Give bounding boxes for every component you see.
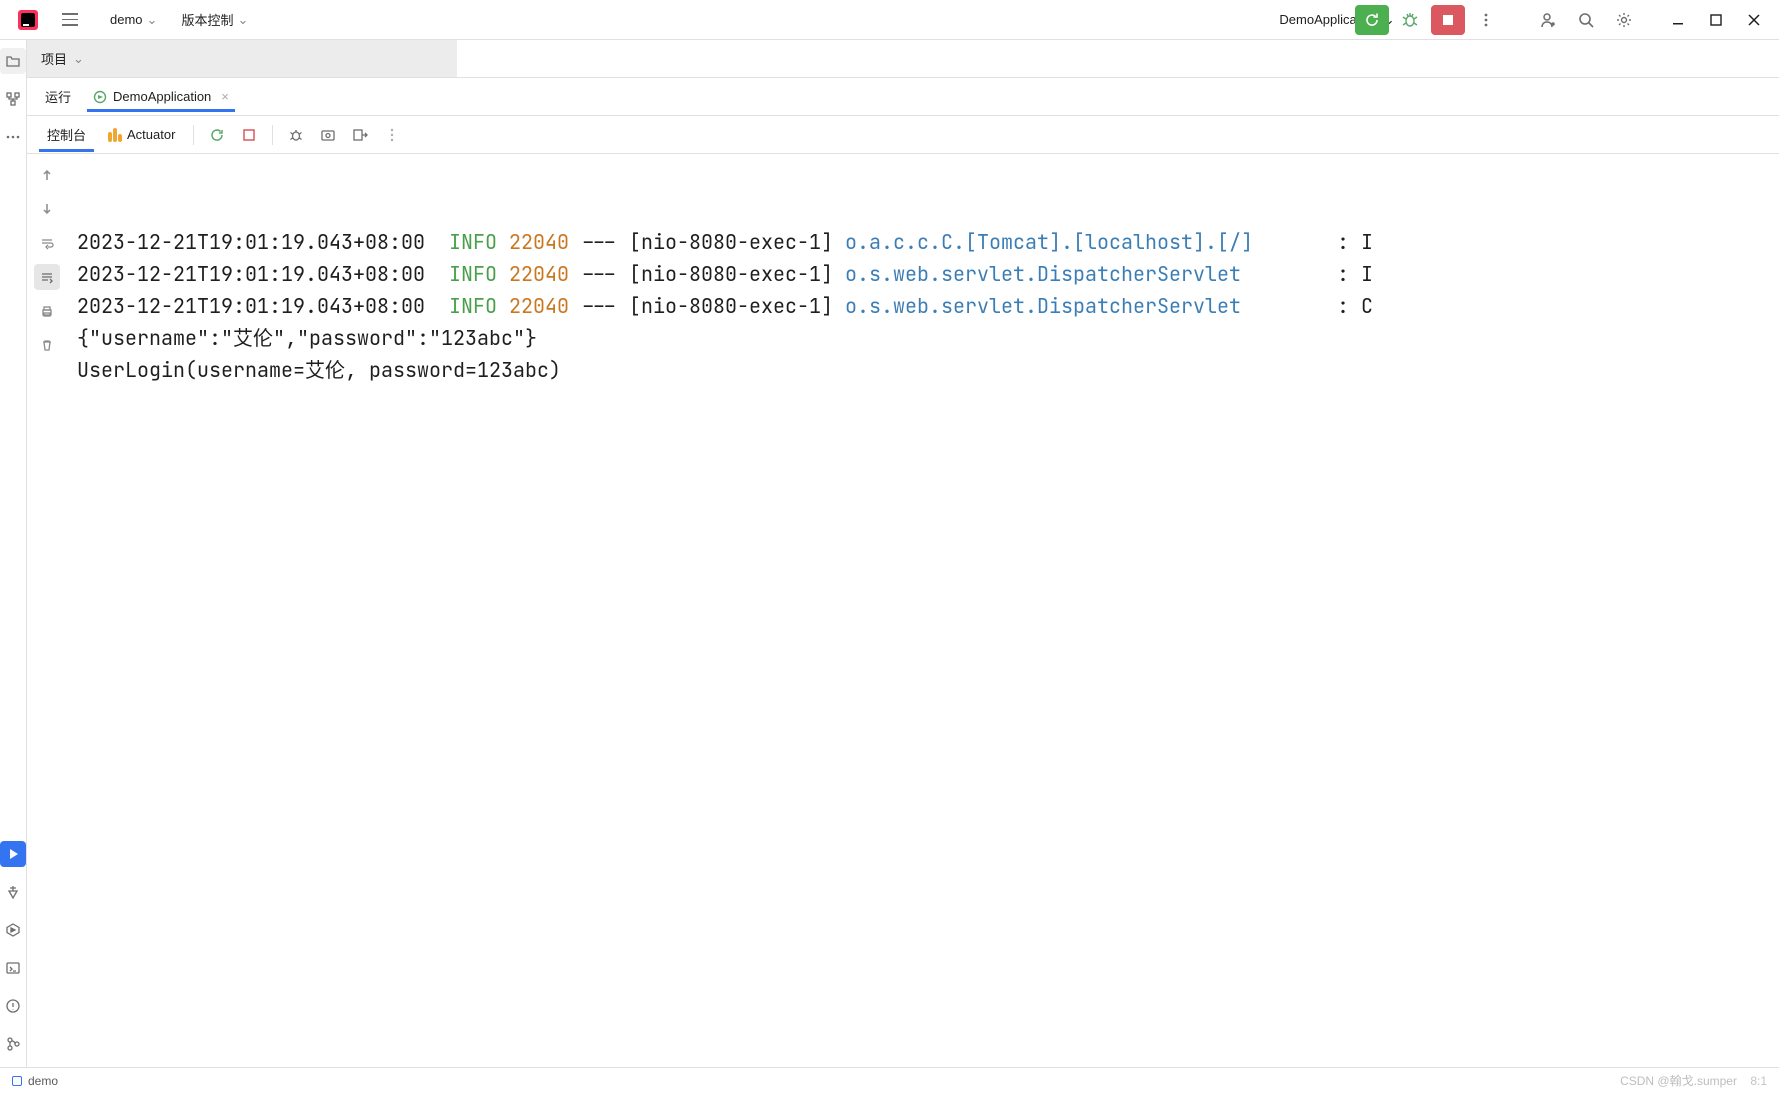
spring-boot-icon — [93, 90, 107, 104]
settings-icon[interactable] — [1607, 5, 1641, 35]
stop-button[interactable] — [1431, 5, 1465, 35]
more-actions-icon[interactable] — [1469, 5, 1503, 35]
module-icon — [12, 1076, 22, 1086]
console-tab[interactable]: 控制台 — [39, 117, 94, 152]
run-panel-title: 运行 — [39, 79, 77, 114]
project-menu-label: demo — [110, 12, 143, 27]
scroll-down-icon[interactable] — [34, 196, 60, 222]
scroll-to-end-icon[interactable] — [34, 264, 60, 290]
rerun-icon[interactable] — [204, 122, 230, 148]
menu-bar: demo ⌄ 版本控制 ⌄ DemoApplication ⌄ — [0, 0, 1779, 40]
menu-left-group: demo ⌄ 版本控制 ⌄ — [8, 6, 258, 33]
separator — [193, 125, 194, 145]
git-tool-icon[interactable] — [0, 1031, 26, 1057]
chevron-down-icon: ⌄ — [147, 12, 158, 28]
layout-icon[interactable] — [315, 122, 341, 148]
separator — [272, 125, 273, 145]
scroll-up-icon[interactable] — [34, 162, 60, 188]
terminal-tool-icon[interactable] — [0, 955, 26, 981]
rerun-button[interactable] — [1355, 5, 1389, 35]
watermark-text: CSDN @翰戈.sumper — [1620, 1074, 1737, 1088]
project-breadcrumb[interactable]: 项目 ⌄ — [27, 40, 457, 77]
run-config-selector[interactable]: DemoApplication ⌄ — [1317, 5, 1351, 35]
status-bar: demo CSDN @翰戈.sumper 8:1 — [0, 1067, 1779, 1093]
project-breadcrumb-label: 项目 — [41, 49, 67, 68]
left-toolwindow-rail — [0, 40, 27, 1067]
soft-wrap-icon[interactable] — [34, 230, 60, 256]
vcs-menu[interactable]: 版本控制 ⌄ — [171, 6, 258, 33]
actuator-tab-label: Actuator — [127, 127, 175, 142]
chevron-down-icon: ⌄ — [73, 51, 84, 67]
status-module-label: demo — [28, 1074, 58, 1088]
structure-tool-icon[interactable] — [0, 86, 26, 112]
search-icon[interactable] — [1569, 5, 1603, 35]
cursor-position: 8:1 — [1750, 1074, 1767, 1088]
stop-icon[interactable] — [236, 122, 262, 148]
console-gutter — [27, 154, 67, 1067]
problems-tool-icon[interactable] — [0, 993, 26, 1019]
vcs-menu-label: 版本控制 — [181, 10, 233, 29]
exit-icon[interactable] — [347, 122, 373, 148]
main-menu-icon[interactable] — [62, 8, 86, 32]
account-icon[interactable] — [1531, 5, 1565, 35]
debug-attach-icon[interactable] — [283, 122, 309, 148]
chevron-down-icon: ⌄ — [237, 12, 248, 28]
build-tool-icon[interactable] — [0, 879, 26, 905]
maximize-icon[interactable] — [1699, 5, 1733, 35]
clear-icon[interactable] — [34, 332, 60, 358]
status-right: CSDN @翰戈.sumper 8:1 — [1620, 1072, 1767, 1089]
console-body: 2023-12-21T19:01:19.043+08:00 INFO 22040… — [27, 154, 1779, 1067]
menu-right-group: DemoApplication ⌄ — [1317, 5, 1771, 35]
actuator-icon — [108, 128, 122, 142]
nav-bar: 项目 ⌄ — [27, 40, 1779, 78]
project-menu[interactable]: demo ⌄ — [100, 8, 167, 32]
more-tools-icon[interactable] — [0, 124, 26, 150]
console-tab-label: 控制台 — [47, 125, 86, 144]
main-area: 项目 ⌄ 运行 DemoApplication × — [0, 40, 1779, 1067]
print-icon[interactable] — [34, 298, 60, 324]
run-tab-label: DemoApplication — [113, 89, 211, 104]
more-icon[interactable] — [379, 122, 405, 148]
close-tab-icon[interactable]: × — [221, 89, 229, 104]
project-tool-icon[interactable] — [0, 48, 26, 74]
run-tool-icon[interactable] — [0, 841, 26, 867]
center-panel: 项目 ⌄ 运行 DemoApplication × — [27, 40, 1779, 1067]
actuator-tab[interactable]: Actuator — [100, 119, 183, 150]
services-tool-icon[interactable] — [0, 917, 26, 943]
minimize-icon[interactable] — [1661, 5, 1695, 35]
debug-button[interactable] — [1393, 5, 1427, 35]
app-logo-icon — [18, 10, 38, 30]
run-tab-app[interactable]: DemoApplication × — [87, 81, 235, 112]
close-icon[interactable] — [1737, 5, 1771, 35]
console-output[interactable]: 2023-12-21T19:01:19.043+08:00 INFO 22040… — [67, 154, 1779, 1067]
run-panel-header: 运行 DemoApplication × — [27, 78, 1779, 116]
run-subtabs: 控制台 Actuator — [27, 116, 1779, 154]
status-module[interactable]: demo — [12, 1074, 58, 1088]
